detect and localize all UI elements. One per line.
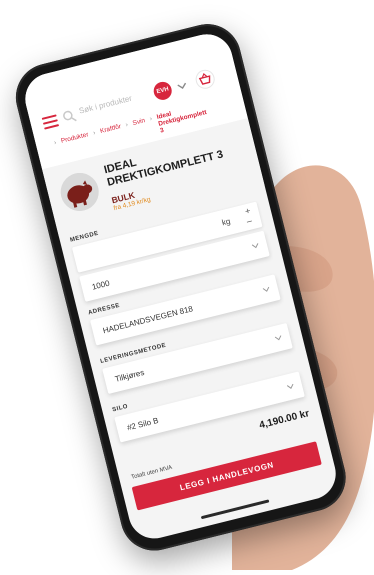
silo-value: #2 Silo B xyxy=(126,415,160,433)
phone-frame: Søk i produkter EVH › Produkter › Kraftf… xyxy=(8,16,353,558)
product-image xyxy=(56,168,103,216)
search-input[interactable]: Søk i produkter xyxy=(78,94,133,116)
home-indicator xyxy=(200,499,270,520)
chevron-down-icon[interactable] xyxy=(176,80,188,92)
delivery-value: Tilkjøres xyxy=(114,367,146,384)
search-icon[interactable] xyxy=(61,108,78,125)
avatar[interactable]: EVH xyxy=(151,79,174,102)
quantity-unit: kg xyxy=(220,216,232,228)
basket-icon[interactable] xyxy=(193,67,217,91)
chevron-down-icon xyxy=(286,383,294,389)
decrement-button[interactable]: – xyxy=(246,215,253,226)
total-amount: 4,190.00 kr xyxy=(258,408,311,432)
quantity-value: 1000 xyxy=(91,278,111,292)
phone-mockup: Søk i produkter EVH › Produkter › Kraftf… xyxy=(0,0,374,575)
silo-label: SILO xyxy=(111,403,129,414)
chevron-down-icon xyxy=(274,335,282,341)
breadcrumb-item[interactable]: Produkter xyxy=(60,131,89,145)
add-to-cart-button[interactable]: LEGG I HANDLEVOGN xyxy=(131,441,322,511)
breadcrumb-item[interactable]: Kraftfôr xyxy=(99,123,121,135)
app-screen: Søk i produkter EVH › Produkter › Kraftf… xyxy=(19,28,342,544)
breadcrumb-item[interactable]: Svin xyxy=(132,117,146,127)
hamburger-icon[interactable] xyxy=(41,114,60,130)
chevron-down-icon xyxy=(251,243,259,249)
chevron-down-icon xyxy=(262,286,270,292)
breadcrumb-current: Ideal Drektigkomplett 3 xyxy=(156,109,208,135)
pig-icon xyxy=(60,172,99,211)
